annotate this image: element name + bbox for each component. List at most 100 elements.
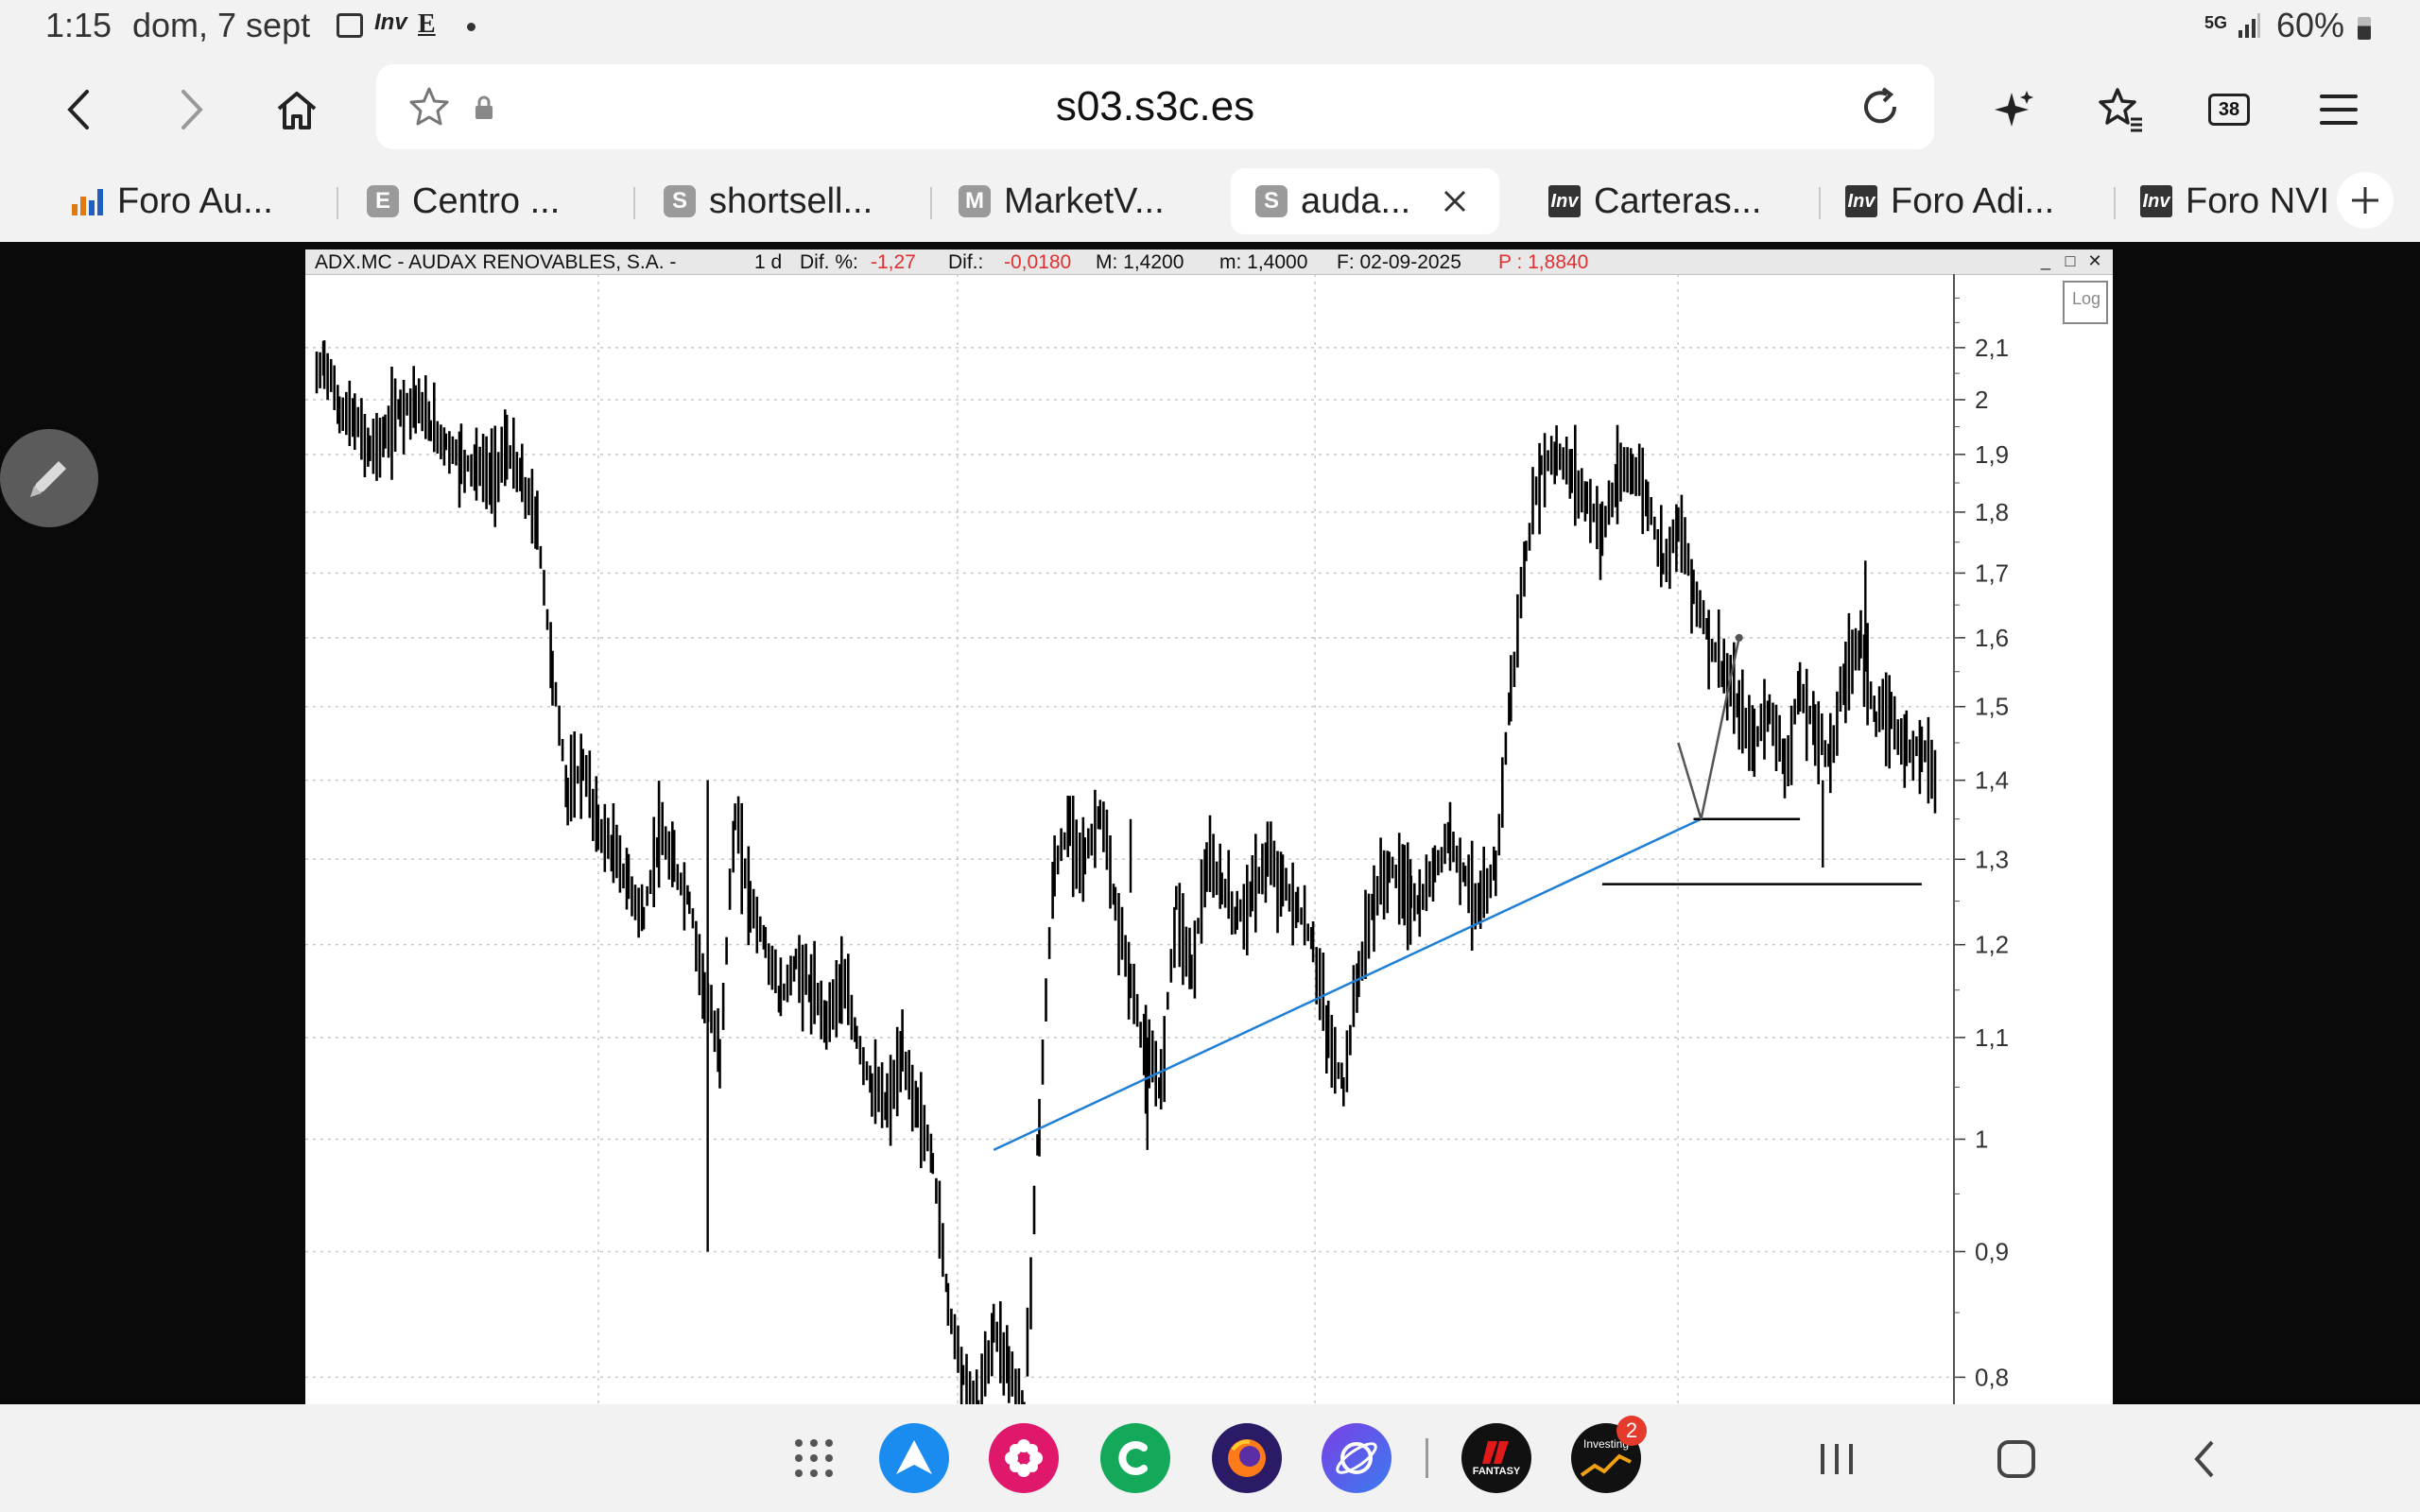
tab-centro[interactable]: E Centro ... xyxy=(367,168,560,234)
battery-percent: 60% xyxy=(2276,6,2345,44)
status-time: 1:15 xyxy=(45,6,112,44)
investing-app-icon[interactable]: Investing 2 xyxy=(1571,1416,1647,1493)
tab-carteras[interactable]: Inv Carteras... xyxy=(1548,168,1761,234)
status-date: dom, 7 sept xyxy=(132,6,311,44)
back-nav-button[interactable] xyxy=(2184,1438,2227,1480)
bookmark-star-icon xyxy=(2099,88,2142,132)
tab-marketv[interactable]: M MarketV... xyxy=(959,168,1165,234)
last-price: P : 1,8840 xyxy=(1498,251,1589,273)
home-nav-button[interactable] xyxy=(1995,1438,2038,1480)
projection-arrow-head xyxy=(1735,633,1743,642)
dock-divider xyxy=(1426,1438,1428,1478)
y-axis-tick-label: 1,2 xyxy=(1975,931,2009,959)
app-drawer-icon[interactable] xyxy=(779,1423,849,1493)
chevron-right-icon xyxy=(182,90,203,129)
home-button[interactable] xyxy=(267,79,327,140)
chevron-left-icon xyxy=(67,90,89,129)
e-notification-icon: E xyxy=(418,9,436,39)
chart-date: F: 02-09-2025 xyxy=(1337,251,1461,273)
sparkle-icon xyxy=(1995,91,2033,127)
ai-sparkle-button[interactable] xyxy=(1983,79,2044,140)
app-store-icon[interactable] xyxy=(879,1423,949,1493)
status-bar: 1:15 dom, 7 sept Inv E 5G 60% xyxy=(0,0,2420,55)
chart-header: ADX.MC - AUDAX RENOVABLES, S.A. - 1 d Di… xyxy=(305,249,2113,275)
recent-apps-button[interactable] xyxy=(1815,1438,1858,1480)
tab-count: 38 xyxy=(2218,99,2240,120)
recents-icon xyxy=(1821,1444,1853,1474)
browser-toolbar: s03.s3c.es 38 xyxy=(0,55,2420,161)
max-value: M: 1,4200 xyxy=(1096,251,1184,273)
home-square-icon xyxy=(1997,1440,2035,1478)
back-chevron-icon xyxy=(2194,1440,2214,1478)
inv-favicon-icon: Inv xyxy=(1845,185,1877,217)
y-axis-tick-label: 1,8 xyxy=(1975,498,2009,526)
y-axis-tick-label: 1,7 xyxy=(1975,558,2009,587)
dif-pct-value: -1,27 xyxy=(871,251,916,273)
tab-manager-button[interactable]: 38 xyxy=(2199,79,2259,140)
pencil-icon xyxy=(30,461,66,497)
navigation-bar: FANTASY Investing 2 xyxy=(0,1404,2420,1512)
internet-app-icon[interactable] xyxy=(1322,1423,1392,1493)
y-axis-tick-label: 2,1 xyxy=(1975,334,2009,362)
tab-foro-adi[interactable]: Inv Foro Adi... xyxy=(1845,168,2054,234)
tab-foro-audax[interactable]: Foro Au... xyxy=(68,168,273,234)
tab-divider xyxy=(1819,187,1821,219)
tabs-icon: 38 xyxy=(2208,94,2250,126)
maximize-icon[interactable]: □ xyxy=(2060,252,2081,271)
flower-app-icon[interactable] xyxy=(989,1423,1059,1493)
price-series-bars xyxy=(315,340,1937,1404)
tab-shortsell[interactable]: S shortsell... xyxy=(664,168,873,234)
chart-bar-icon xyxy=(72,189,103,215)
forward-button[interactable] xyxy=(161,79,221,140)
chart-symbol: ADX.MC - AUDAX RENOVABLES, S.A. - xyxy=(315,251,677,273)
c-app-icon[interactable] xyxy=(1100,1423,1170,1493)
web-content: ADX.MC - AUDAX RENOVABLES, S.A. - 1 d Di… xyxy=(0,242,2420,1404)
network-type: 5G xyxy=(2204,13,2228,32)
tab-label: Foro Adi... xyxy=(1891,180,2055,221)
s-favicon-icon: S xyxy=(1255,185,1288,217)
minimize-icon[interactable]: _ xyxy=(2035,252,2056,271)
more-notifications-dot xyxy=(467,23,475,31)
home-icon xyxy=(277,92,317,129)
tab-foro-nvi[interactable]: Inv Foro NVI xyxy=(2140,168,2329,234)
edit-pencil-button[interactable] xyxy=(0,429,98,527)
tab-divider xyxy=(930,187,932,219)
tab-divider xyxy=(633,187,635,219)
y-axis-tick-label: 1,4 xyxy=(1975,766,2009,795)
y-axis-tick-label: 1,3 xyxy=(1975,845,2009,873)
chart-period: 1 d xyxy=(754,251,783,273)
fantasy-label: FANTASY xyxy=(1472,1466,1521,1477)
tab-audax-active[interactable]: S auda... xyxy=(1231,168,1499,234)
close-tab-icon[interactable] xyxy=(1443,189,1467,214)
tab-label: MarketV... xyxy=(1004,180,1165,221)
dif-value: -0,0180 xyxy=(1004,251,1072,273)
price-chart: 2,1 2 1,9 1,8 1,7 1,6 1,5 1,4 1,3 1,2 1,1 1 0,9 0,8 Lo… xyxy=(305,274,2108,1404)
reload-icon[interactable] xyxy=(1858,85,1902,129)
min-value: m: 1,4000 xyxy=(1219,251,1308,273)
tab-divider xyxy=(337,187,338,219)
firefox-icon[interactable] xyxy=(1212,1423,1282,1493)
s-favicon-icon: S xyxy=(664,185,696,217)
tab-label: Foro Au... xyxy=(117,180,273,221)
window-controls: _ □ ✕ xyxy=(2035,252,2105,271)
menu-button[interactable] xyxy=(2308,79,2369,140)
back-button[interactable] xyxy=(49,79,110,140)
fantasy-app-icon[interactable]: FANTASY xyxy=(1461,1423,1531,1493)
y-axis-tick-label: 0,9 xyxy=(1975,1237,2009,1265)
url-text[interactable]: s03.s3c.es xyxy=(376,83,1934,130)
m-favicon-icon: M xyxy=(959,185,991,217)
y-axis-tick-label: 1,9 xyxy=(1975,440,2009,469)
new-tab-button[interactable] xyxy=(2337,172,2394,229)
inv-notification-icon: Inv xyxy=(374,9,407,35)
dif-label: Dif.: xyxy=(948,251,984,273)
address-bar[interactable]: s03.s3c.es xyxy=(376,64,1934,149)
bookmarks-button[interactable] xyxy=(2091,79,2152,140)
support-trendline xyxy=(993,817,1703,1151)
y-axis-tick-label: 2 xyxy=(1975,386,1988,414)
tab-label: Carteras... xyxy=(1594,180,1762,221)
gallery-notification-icon xyxy=(337,13,363,38)
close-icon[interactable]: ✕ xyxy=(2084,252,2105,271)
inv-favicon-icon: Inv xyxy=(1548,185,1581,217)
battery-icon xyxy=(2358,17,2371,40)
signal-icon xyxy=(2237,13,2261,44)
